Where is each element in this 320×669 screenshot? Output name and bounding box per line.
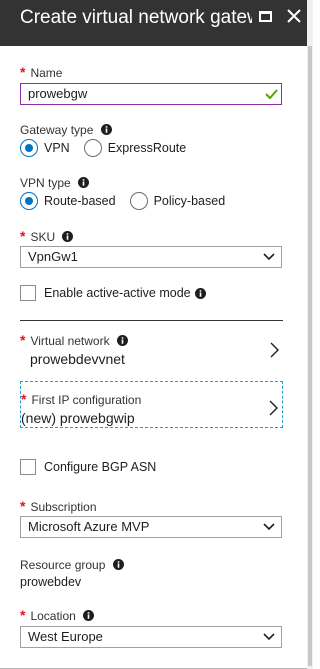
radio-selected-icon[interactable] <box>20 139 38 157</box>
subscription-label: * Subscription <box>20 498 97 514</box>
required-asterisk: * <box>20 498 26 514</box>
gateway-type-expressroute-option[interactable]: ExpressRoute <box>83 139 186 157</box>
active-active-checkbox[interactable] <box>20 285 36 301</box>
name-input[interactable]: prowebgw <box>20 83 282 105</box>
configure-bgp-asn-checkbox[interactable] <box>20 459 36 475</box>
vpn-type-radio-group: Route-based Policy-based <box>20 191 239 211</box>
info-icon <box>100 124 112 135</box>
radio-unselected-icon[interactable] <box>129 192 148 210</box>
maximize-icon <box>259 11 272 22</box>
blade-header: Create virtual network gatew... <box>0 0 307 46</box>
active-active-checkbox-row[interactable]: Enable active-active mode <box>20 285 206 301</box>
gateway-type-vpn-option[interactable]: VPN <box>20 139 70 157</box>
sku-select-value: VpnGw1 <box>28 249 78 264</box>
close-icon <box>287 9 301 23</box>
sku-select[interactable]: VpnGw1 <box>20 246 282 268</box>
required-asterisk: * <box>20 64 26 80</box>
maximize-button[interactable] <box>256 6 278 28</box>
resource-group-value: prowebdev <box>20 575 82 589</box>
name-input-value: prowebgw <box>28 86 88 101</box>
chevron-right-icon <box>269 400 278 416</box>
info-icon <box>83 610 95 621</box>
chevron-down-icon <box>263 633 275 641</box>
subscription-select-value: Microsoft Azure MVP <box>28 519 150 534</box>
virtual-network-selector[interactable]: * Virtual network prowebdevvnet <box>20 332 283 372</box>
info-icon <box>78 177 90 188</box>
info-icon <box>112 559 124 570</box>
checkmark-icon <box>265 89 278 100</box>
first-ip-configuration-label: * First IP configuration <box>21 391 142 407</box>
scrollbar-thumb[interactable] <box>308 46 312 666</box>
configure-bgp-asn-checkbox-row[interactable]: Configure BGP ASN <box>20 459 156 475</box>
first-ip-configuration-selector[interactable]: * First IP configuration (new) prowebgwip <box>20 381 283 428</box>
create-virtual-network-gateway-blade: Create virtual network gatew... * Name pr… <box>0 0 313 669</box>
name-label: * Name <box>20 64 63 80</box>
radio-selected-icon[interactable] <box>20 192 38 210</box>
vpn-type-policy-based-option[interactable]: Policy-based <box>129 192 225 210</box>
location-select[interactable]: West Europe <box>20 626 282 648</box>
radio-unselected-icon[interactable] <box>83 139 102 157</box>
vpn-type-label: VPN type <box>20 175 90 191</box>
subscription-select[interactable]: Microsoft Azure MVP <box>20 516 282 538</box>
info-icon <box>62 231 74 242</box>
resource-group-label: Resource group <box>20 557 124 573</box>
gateway-type-radio-group: VPN ExpressRoute <box>20 138 200 158</box>
required-asterisk: * <box>21 391 27 407</box>
chevron-down-icon <box>263 523 275 531</box>
close-button[interactable] <box>283 6 305 28</box>
required-asterisk: * <box>20 332 26 348</box>
location-label: * Location <box>20 607 95 624</box>
virtual-network-label: * Virtual network <box>20 332 128 349</box>
first-ip-configuration-value: (new) prowebgwip <box>21 410 135 426</box>
sku-label: * SKU <box>20 228 74 245</box>
info-icon <box>194 287 206 299</box>
chevron-right-icon <box>270 342 279 358</box>
location-select-value: West Europe <box>28 629 103 644</box>
required-asterisk: * <box>20 228 26 244</box>
virtual-network-value: prowebdevvnet <box>30 351 125 367</box>
chevron-down-icon <box>263 253 275 261</box>
vpn-type-route-based-option[interactable]: Route-based <box>20 192 116 210</box>
section-divider <box>20 320 283 321</box>
required-asterisk: * <box>20 607 26 623</box>
info-icon <box>116 335 128 346</box>
gateway-type-label: Gateway type <box>20 122 112 138</box>
blade-title: Create virtual network gatew... <box>20 7 252 28</box>
